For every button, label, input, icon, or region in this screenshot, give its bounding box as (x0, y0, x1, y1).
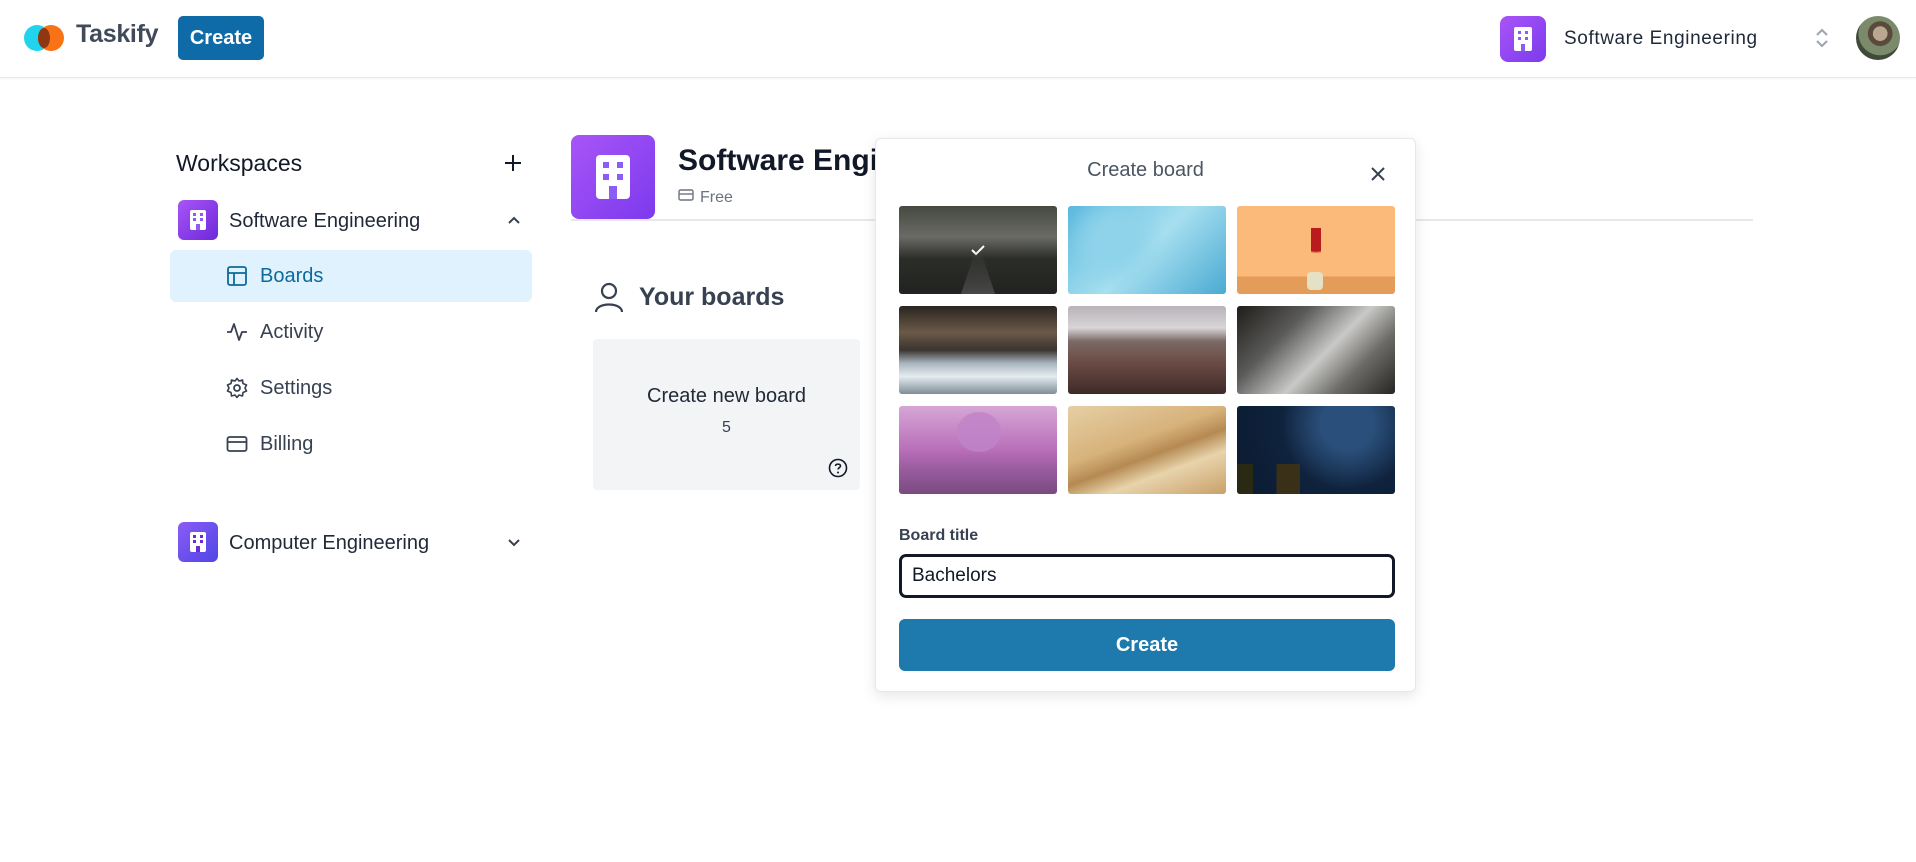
chevron-down-icon (504, 532, 524, 552)
board-title-input[interactable] (899, 554, 1395, 598)
credit-card-icon (678, 188, 694, 207)
board-icon (226, 265, 248, 287)
workspaces-header: Workspaces (170, 140, 532, 186)
check-icon (899, 206, 1057, 294)
organization-name: Software Engineering (1564, 28, 1758, 49)
close-icon[interactable] (1367, 163, 1389, 185)
sidebar-item-label: Boards (260, 265, 324, 287)
background-option-snowy-forest[interactable] (1237, 306, 1395, 394)
sidebar-item-activity[interactable]: Activity (170, 306, 532, 358)
help-circle-icon[interactable] (828, 458, 848, 478)
sidebar-item-label: Activity (260, 321, 324, 343)
workspace-logo (571, 135, 655, 219)
create-new-board-card[interactable]: Create new board 5 (593, 339, 860, 490)
background-image-picker (899, 206, 1395, 494)
background-option-flowers-vase[interactable] (1237, 206, 1395, 294)
top-navbar: Taskify Create Software Engineering (0, 0, 1916, 78)
remaining-boards-count: 5 (722, 419, 731, 436)
sidebar: Workspaces Software Engineering Boards A… (170, 140, 532, 568)
your-boards-heading: Your boards (639, 283, 785, 311)
sidebar-item-label: Billing (260, 433, 314, 455)
logo-text: Taskify (76, 19, 159, 48)
create-button[interactable]: Create (178, 16, 264, 60)
organization-switcher[interactable]: Software Engineering (1500, 16, 1758, 62)
background-option-foggy-forest-road[interactable] (899, 206, 1057, 294)
background-option-mountain-range[interactable] (1068, 306, 1226, 394)
building-icon (178, 200, 218, 240)
sidebar-item-label: Settings (260, 377, 333, 399)
create-board-popover: Create board Board title Create (875, 138, 1416, 692)
workspace-title: Software Engineering (678, 144, 878, 177)
background-option-pink-tree[interactable] (899, 406, 1057, 494)
sidebar-item-billing[interactable]: Billing (170, 418, 532, 470)
workspace-accordion-computer-engineering[interactable]: Computer Engineering (170, 516, 532, 568)
workspace-name: Computer Engineering (229, 532, 430, 554)
logo[interactable]: Taskify (22, 19, 159, 56)
user-avatar[interactable] (1856, 16, 1900, 60)
add-workspace-plus-icon[interactable] (500, 150, 526, 176)
popover-title: Create board (1087, 159, 1204, 181)
settings-icon (226, 377, 248, 399)
logo-icon (22, 20, 66, 56)
create-new-board-label: Create new board (647, 385, 806, 407)
activity-icon (226, 321, 248, 343)
workspace-name: Software Engineering (229, 210, 421, 232)
chevron-up-icon (504, 210, 524, 230)
background-option-waves-shore[interactable] (899, 306, 1057, 394)
workspace-accordion-software-engineering[interactable]: Software Engineering (170, 194, 532, 246)
background-option-star-trails[interactable] (1237, 406, 1395, 494)
board-title-label: Board title (899, 527, 979, 544)
building-icon (178, 522, 218, 562)
plan-label: Free (700, 188, 733, 206)
workspaces-title: Workspaces (176, 150, 303, 176)
sidebar-item-settings[interactable]: Settings (170, 362, 532, 414)
chevrons-up-down-icon[interactable] (1812, 24, 1832, 52)
credit-card-icon (226, 433, 248, 455)
plan-info: Free (678, 188, 733, 207)
user-icon (592, 280, 626, 314)
create-board-submit-button[interactable]: Create (899, 619, 1395, 671)
building-icon (1500, 16, 1546, 62)
sidebar-item-boards[interactable]: Boards (170, 250, 532, 302)
background-option-desert-dunes[interactable] (1068, 406, 1226, 494)
background-option-blue-texture[interactable] (1068, 206, 1226, 294)
